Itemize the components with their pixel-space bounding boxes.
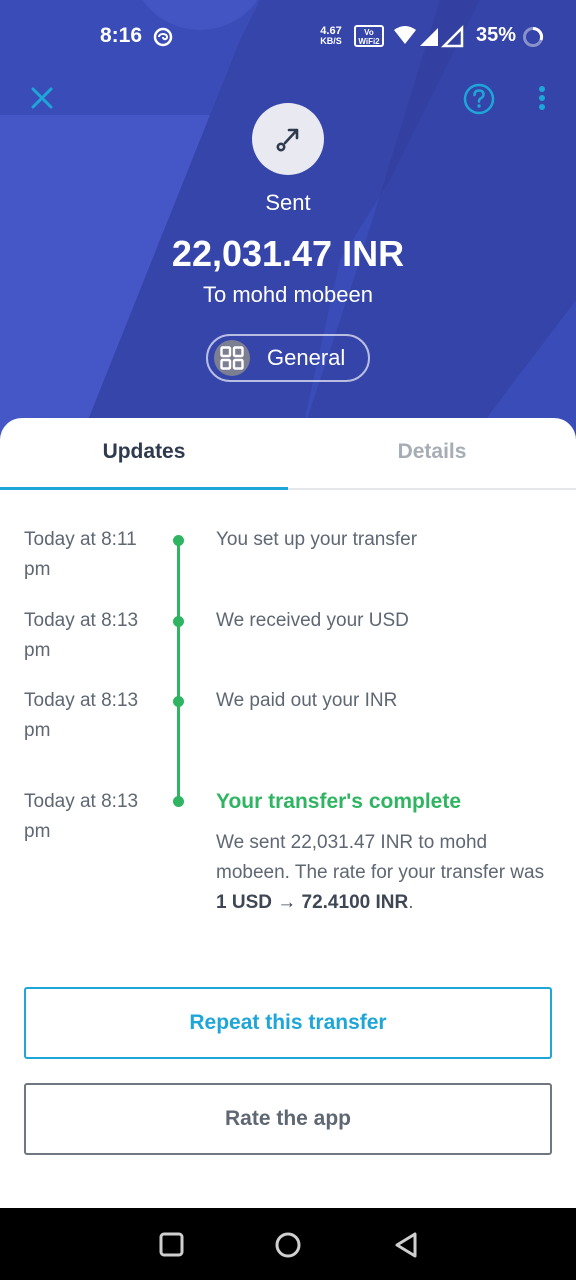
wifi-icon <box>394 26 416 44</box>
vowifi-badge: Vo WiFi2 <box>354 25 384 47</box>
timeline-event: You set up your transfer <box>216 529 418 550</box>
timeline-event: We paid out your INR <box>216 690 398 711</box>
more-options-icon[interactable] <box>530 82 554 116</box>
transfer-status-label: Sent <box>265 190 311 215</box>
transfer-amount: 22,031.47 INR <box>171 233 405 274</box>
exchange-rate: 1 USD → 72.4100 INR <box>216 892 409 913</box>
back-icon[interactable] <box>391 1230 421 1260</box>
category-label: General <box>267 345 346 370</box>
home-icon[interactable] <box>273 1230 303 1260</box>
timeline-dot <box>173 696 184 707</box>
cell-signal-icon <box>420 28 438 46</box>
tab-details[interactable]: Details <box>288 440 576 464</box>
transfer-recipient: To mohd mobeen <box>203 282 373 307</box>
timeline-dot <box>173 535 184 546</box>
timeline-event: We received your USD <box>216 610 409 631</box>
recents-icon[interactable] <box>157 1230 187 1260</box>
sent-status-icon <box>252 103 324 175</box>
timeline-time: Today at 8:13 pm <box>24 791 139 842</box>
timeline-time: Today at 8:13 pm <box>24 690 139 741</box>
sync-icon <box>153 27 173 47</box>
close-button[interactable] <box>26 82 58 114</box>
help-icon[interactable] <box>462 82 496 116</box>
send-arrow-icon <box>276 128 299 152</box>
rate-app-button[interactable]: Rate the app <box>24 1083 552 1155</box>
transfer-complete-title: Your transfer's complete <box>216 790 462 813</box>
repeat-transfer-button[interactable]: Repeat this transfer <box>24 987 552 1059</box>
timeline-dot <box>173 796 184 807</box>
category-button[interactable]: General <box>206 334 370 382</box>
transfer-complete-description: We sent 22,031.47 INR to mohd mobeen. Th… <box>216 832 545 913</box>
timeline-line <box>177 540 180 802</box>
system-nav-bar <box>0 1208 576 1280</box>
status-time: 8:16 <box>100 24 143 47</box>
active-tab-indicator <box>0 487 288 490</box>
tab-updates[interactable]: Updates <box>0 440 288 464</box>
status-bar: 8:16 4.67 KB/S Vo WiFi2 35% <box>0 0 576 72</box>
close-icon <box>31 87 53 109</box>
cell-signal-2-icon <box>440 24 464 48</box>
tab-bar: Updates Details <box>0 418 576 490</box>
signal-icons <box>394 24 464 48</box>
network-speed: 4.67 KB/S <box>320 25 342 47</box>
timeline-time: Today at 8:11 pm <box>24 529 137 580</box>
category-grid-icon <box>214 340 250 376</box>
timeline-time: Today at 8:13 pm <box>24 610 139 661</box>
transfer-header: 8:16 4.67 KB/S Vo WiFi2 35% Sent 22,031.… <box>0 0 576 440</box>
timeline-dot <box>173 616 184 627</box>
battery-level: 35% <box>476 24 517 46</box>
battery-icon <box>523 26 544 47</box>
